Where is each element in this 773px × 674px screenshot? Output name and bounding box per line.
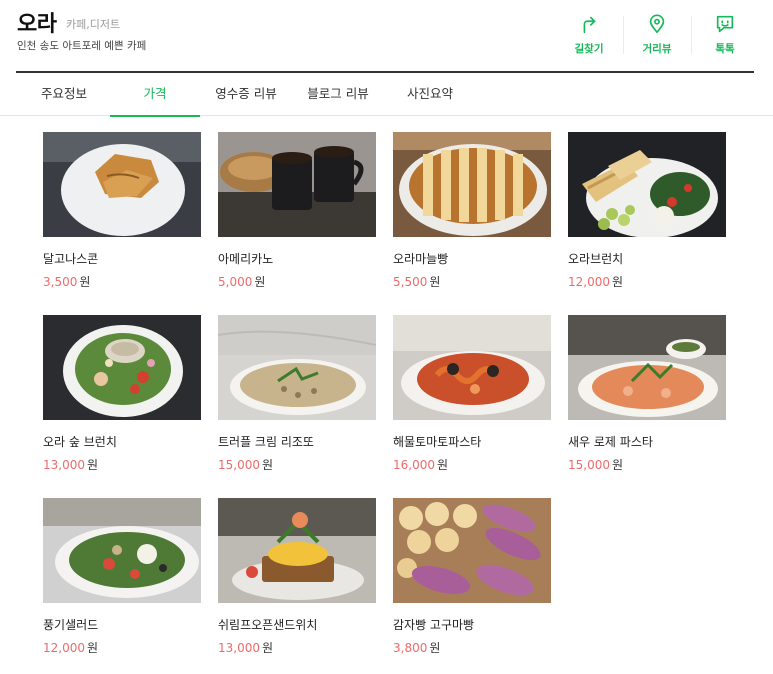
menu-item-price: 16,000 원 — [393, 456, 551, 473]
price-value: 12,000 — [568, 275, 610, 289]
menu-item[interactable]: 새우 로제 파스타 15,000 원 — [568, 315, 726, 473]
menu-item-price: 12,000 원 — [568, 273, 726, 290]
menu-photo-image — [218, 498, 376, 603]
menu-photo — [568, 132, 726, 237]
menu-item[interactable]: 쉬림프오픈샌드위치 13,000 원 — [218, 498, 376, 656]
price-unit: 원 — [87, 641, 99, 655]
price-value: 3,500 — [43, 275, 78, 289]
street-view-label: 거리뷰 — [642, 43, 672, 55]
talktalk-label: 톡톡 — [715, 43, 735, 55]
menu-item[interactable]: 트러플 크림 리조또 15,000 원 — [218, 315, 376, 473]
menu-item[interactable]: 풍기샐러드 12,000 원 — [43, 498, 201, 656]
menu-photo-image — [43, 498, 201, 603]
price-value: 3,800 — [393, 641, 428, 655]
tab-photo-summary[interactable]: 사진요약 — [386, 72, 474, 116]
menu-item[interactable]: 해물토마토파스타 16,000 원 — [393, 315, 551, 473]
price-value: 16,000 — [393, 458, 435, 472]
menu-item[interactable]: 아메리카노 5,000 원 — [218, 132, 376, 290]
menu-photo — [43, 498, 201, 603]
menu-photo — [393, 498, 551, 603]
menu-item-name: 쉬림프오픈샌드위치 — [218, 618, 318, 632]
tab-blog-review[interactable]: 블로그 리뷰 — [294, 72, 382, 116]
menu-item-name: 오라마늘빵 — [393, 252, 449, 266]
menu-photo — [218, 315, 376, 420]
tab-price[interactable]: 가격 — [110, 72, 200, 117]
menu-photo-image — [393, 315, 551, 420]
directions-label: 길찾기 — [574, 43, 604, 55]
menu-photo-image — [43, 132, 201, 237]
store-header: 오라 카페,디저트 인천 송도 아트포레 예쁜 카페 길찾기 거리뷰 톡톡 — [0, 0, 773, 72]
price-value: 15,000 — [218, 458, 260, 472]
menu-item-price: 13,000 원 — [43, 456, 201, 473]
directions-icon — [583, 16, 596, 34]
menu-photo — [43, 132, 201, 237]
menu-photo — [218, 132, 376, 237]
menu-photo — [568, 315, 726, 420]
price-value: 15,000 — [568, 458, 610, 472]
price-unit: 원 — [429, 275, 441, 289]
menu-item-name: 풍기샐러드 — [43, 618, 99, 632]
menu-item[interactable]: 감자빵 고구마빵 3,800 원 — [393, 498, 551, 656]
price-value: 5,000 — [218, 275, 253, 289]
price-unit: 원 — [262, 641, 274, 655]
menu-item-price: 5,500 원 — [393, 273, 551, 290]
directions-button[interactable]: 길찾기 — [555, 10, 623, 60]
price-value: 13,000 — [43, 458, 85, 472]
menu-item-price: 15,000 원 — [568, 456, 726, 473]
menu-photo-image — [568, 132, 726, 237]
action-bar: 길찾기 거리뷰 톡톡 — [555, 10, 759, 60]
menu-item-name: 오라 숲 브런치 — [43, 435, 117, 449]
street-view-icon — [649, 14, 665, 34]
menu-photo — [393, 132, 551, 237]
menu-item-price: 3,800 원 — [393, 639, 551, 656]
menu-item[interactable]: 오라 숲 브런치 13,000 원 — [43, 315, 201, 473]
price-value: 12,000 — [43, 641, 85, 655]
menu-item-name: 감자빵 고구마빵 — [393, 618, 475, 632]
talktalk-button[interactable]: 톡톡 — [691, 10, 759, 60]
price-unit: 원 — [437, 458, 449, 472]
price-unit: 원 — [87, 458, 99, 472]
menu-item-price: 15,000 원 — [218, 456, 376, 473]
tab-receipt-review[interactable]: 영수증 리뷰 — [202, 72, 290, 116]
menu-item-name: 해물토마토파스타 — [393, 435, 482, 449]
menu-photo — [43, 315, 201, 420]
menu-photo — [218, 498, 376, 603]
menu-item-name: 아메리카노 — [218, 252, 274, 266]
price-unit: 원 — [79, 275, 91, 289]
price-unit: 원 — [254, 275, 266, 289]
menu-photo-image — [393, 498, 551, 603]
menu-photo-image — [393, 132, 551, 237]
menu-item-price: 12,000 원 — [43, 639, 201, 656]
menu-item-price: 5,000 원 — [218, 273, 376, 290]
menu-item-name: 달고나스콘 — [43, 252, 99, 266]
store-description: 인천 송도 아트포레 예쁜 카페 — [17, 40, 147, 52]
menu-photo-image — [43, 315, 201, 420]
price-value: 13,000 — [218, 641, 260, 655]
menu-item-price: 13,000 원 — [218, 639, 376, 656]
menu-photo-image — [218, 132, 376, 237]
tab-main-info[interactable]: 주요정보 — [20, 72, 108, 116]
menu-item-price: 3,500 원 — [43, 273, 201, 290]
menu-item[interactable]: 오라브런치 12,000 원 — [568, 132, 726, 290]
menu-item[interactable]: 달고나스콘 3,500 원 — [43, 132, 201, 290]
menu-item[interactable]: 오라마늘빵 5,500 원 — [393, 132, 551, 290]
street-view-button[interactable]: 거리뷰 — [623, 10, 691, 60]
menu-photo-image — [568, 315, 726, 420]
talktalk-icon — [716, 15, 734, 33]
menu-photo — [393, 315, 551, 420]
store-category: 카페,디저트 — [66, 18, 121, 31]
price-unit: 원 — [262, 458, 274, 472]
price-unit: 원 — [612, 458, 624, 472]
menu-item-name: 트러플 크림 리조또 — [218, 435, 314, 449]
menu-item-name: 오라브런치 — [568, 252, 624, 266]
store-name: 오라 — [17, 12, 57, 37]
price-value: 5,500 — [393, 275, 428, 289]
menu-item-name: 새우 로제 파스타 — [568, 435, 653, 449]
menu-photo-image — [218, 315, 376, 420]
tab-bar: 주요정보 가격 영수증 리뷰 블로그 리뷰 사진요약 — [0, 72, 773, 117]
price-unit: 원 — [429, 641, 441, 655]
price-unit: 원 — [612, 275, 624, 289]
